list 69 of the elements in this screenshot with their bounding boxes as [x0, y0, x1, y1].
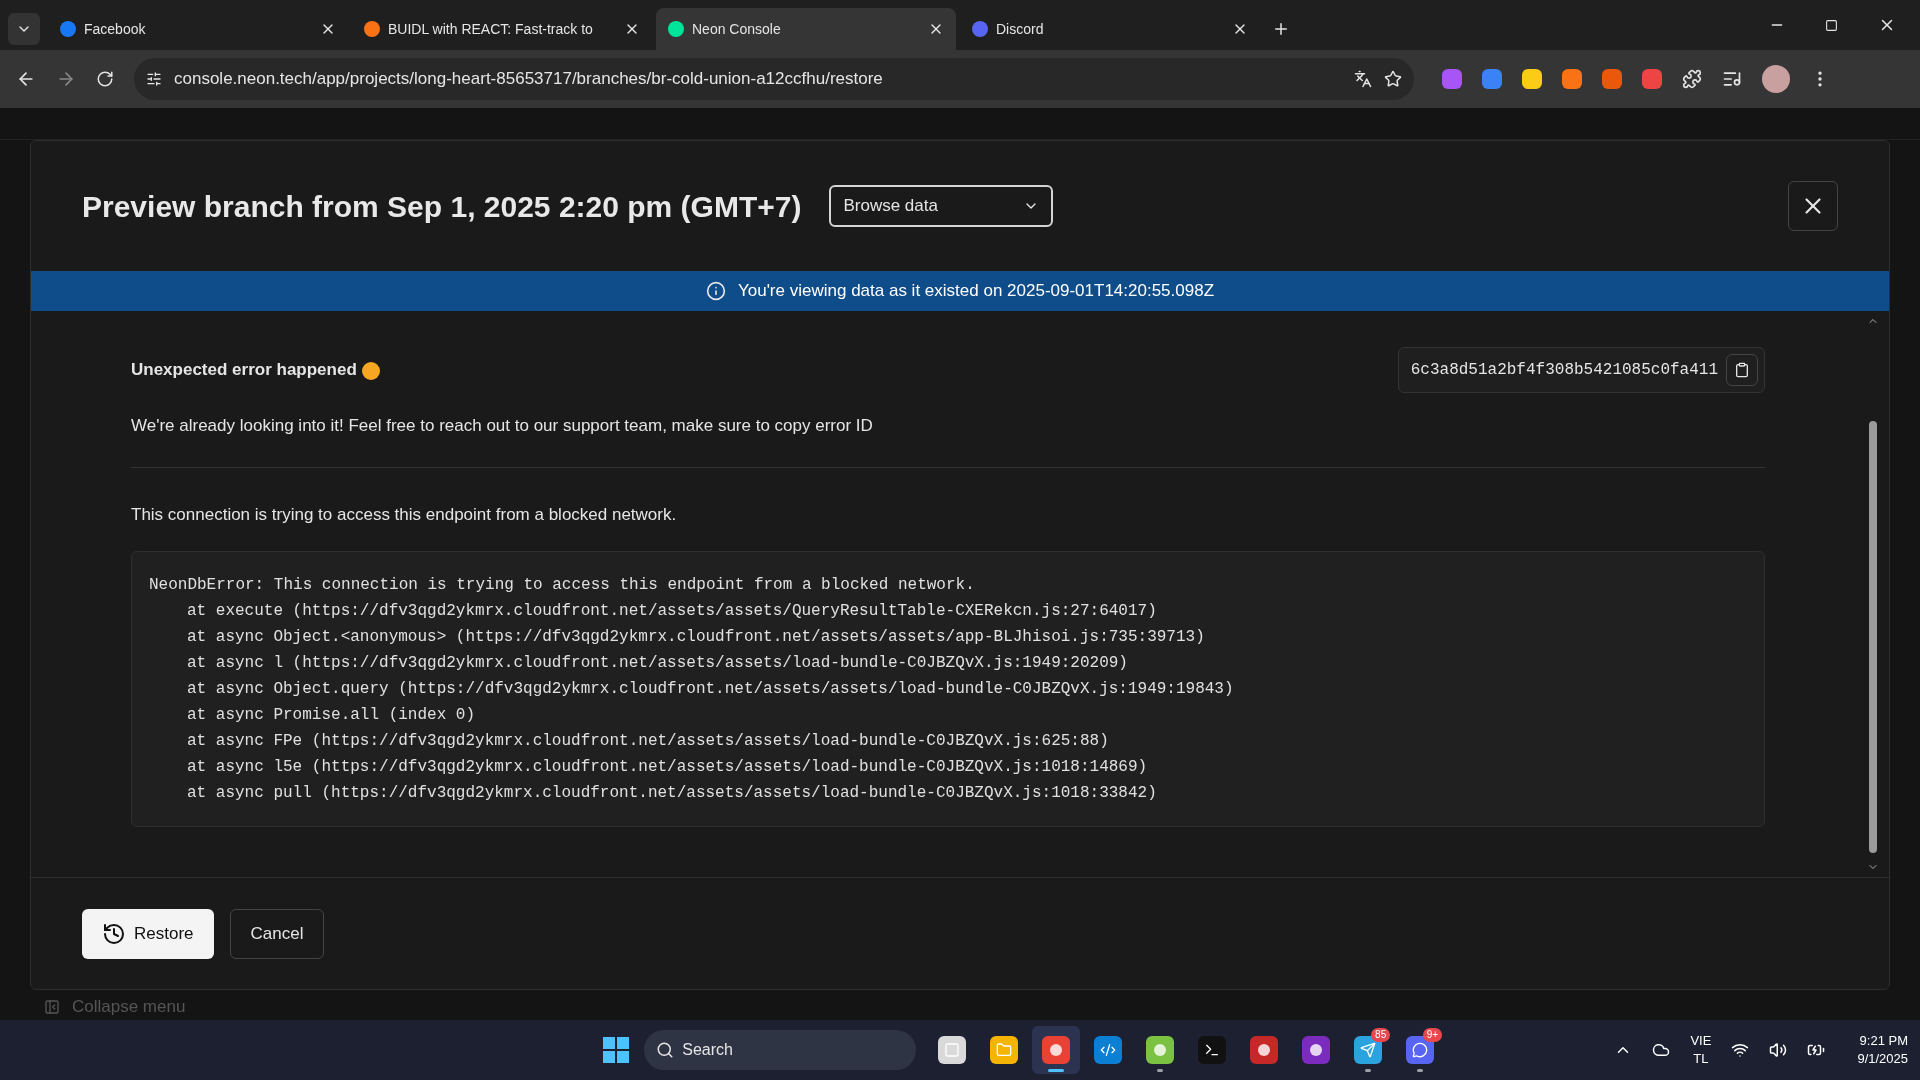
app-icon	[1146, 1036, 1175, 1064]
error-id-field: 6c3a8d51a2bf4f308b5421085c0fa411	[1397, 347, 1765, 393]
terminal-icon	[1198, 1036, 1227, 1064]
taskbar-app[interactable]	[1032, 1026, 1081, 1074]
tab-search-button[interactable]	[8, 13, 40, 45]
bookmark-star-icon[interactable]	[1384, 70, 1402, 88]
url-text: console.neon.tech/app/projects/long-heart-85653717/branches/br-cold-union-a12ccfhu/restore	[174, 68, 884, 91]
running-indicator	[1157, 1069, 1164, 1072]
app-icon	[1302, 1036, 1331, 1064]
search-icon	[656, 1041, 675, 1059]
site-icon	[972, 21, 988, 37]
tab-title: Facebook	[84, 19, 147, 39]
clipboard-icon	[1734, 362, 1750, 378]
emoji-icon	[361, 361, 380, 380]
cloud-icon[interactable]	[1652, 1041, 1671, 1059]
tab-title: BUIDL with REACT: Fast-track to	[388, 19, 594, 39]
extension-icon[interactable]	[1602, 69, 1622, 89]
folder-icon	[990, 1036, 1019, 1064]
code-editor-icon	[1094, 1036, 1123, 1064]
error-detail: This connection is trying to access this endpoint from a blocked network.	[131, 503, 678, 526]
maximize-icon[interactable]	[1825, 18, 1838, 32]
error-message: We're already looking into it! Feel free to reach out to our support team, make sure to copy error ID	[131, 415, 874, 437]
windows-icon	[938, 1036, 967, 1064]
view-select[interactable]: Browse data	[829, 185, 1054, 227]
notification-badge: 9+	[1422, 1028, 1443, 1042]
collapse-icon	[44, 998, 60, 1015]
site-icon	[668, 21, 684, 37]
browser-tab[interactable]: Discord	[960, 8, 1260, 50]
close-button[interactable]	[1788, 181, 1838, 231]
language-indicator[interactable]: VIE TL	[1690, 1032, 1712, 1068]
profile-avatar[interactable]	[1762, 65, 1790, 93]
volume-icon[interactable]	[1769, 1041, 1788, 1059]
browser-tab[interactable]: Neon Console	[656, 8, 956, 50]
copy-button[interactable]	[1726, 354, 1758, 386]
wifi-icon[interactable]	[1731, 1041, 1750, 1059]
extensions-icon[interactable]	[1682, 69, 1702, 89]
site-settings-icon[interactable]	[146, 71, 162, 87]
extension-icon[interactable]	[1562, 69, 1582, 89]
banner-text: You're viewing data as it existed on 2025-09-01T14:20:55.098Z	[737, 280, 1215, 303]
stack-trace: NeonDbError: This connection is trying to access this endpoint from a blocked network. at execute (https://dfv3qgd2ykmrx.cloudfront.net/assets/assets/QueryResultTable-CXERekcn.js:27:64017) at async Object.<anonymous> (https://dfv3qgd2ykmrx.cloudfront.net/assets/assets/app-BLJhisoi.js:735:39713) at async l (https://dfv3qgd2ykmrx.cloudfront.net/assets/assets/load-bundle-C0JBZQvX.js:1949:20209) at async Object.query (https://dfv3qgd2ykmrx.cloudfront.net/assets/assets/load-bundle-C0JBZQvX.js:1949:19843) at async Promise.all (index 0) at async FPe (https://dfv3qgd2ykmrx.cloudfront.net/assets/assets/load-bundle-C0JBZQvX.js:625:88) at async l5e (https://dfv3qgd2ykmrx.cloudfront.net/assets/assets/load-bundle-C0JBZQvX.js:1018:14869) at async pull (https://dfv3qgd2ykmrx.cloudfront.net/assets/assets/load-bundle-C0JBZQvX.js:1018:33842)	[131, 551, 1765, 827]
browser-tab[interactable]: BUIDL with REACT: Fast-track to	[352, 8, 652, 50]
extension-icon[interactable]	[1522, 69, 1542, 89]
taskbar-app[interactable]: 9+	[1396, 1026, 1445, 1074]
extension-icon[interactable]	[1482, 69, 1502, 89]
tab-title: Neon Console	[692, 19, 782, 39]
browser-tab[interactable]: Facebook	[48, 8, 348, 50]
notification-badge: 85	[1371, 1028, 1391, 1042]
extension-icon[interactable]	[1642, 69, 1662, 89]
site-icon	[60, 21, 76, 37]
translate-icon[interactable]	[1354, 70, 1372, 88]
running-indicator	[1048, 1069, 1065, 1072]
running-indicator	[1365, 1069, 1372, 1072]
info-icon	[705, 281, 726, 301]
running-indicator	[1417, 1069, 1424, 1072]
taskbar-search-field[interactable]: Search	[644, 1030, 917, 1070]
chat-app-icon	[1406, 1036, 1435, 1064]
site-icon	[364, 21, 380, 37]
tab-title: Discord	[996, 19, 1045, 39]
history-icon	[102, 921, 126, 946]
modal-title: Preview branch from Sep 1, 2025 2:20 pm (GMT+7)	[82, 188, 802, 225]
media-icon[interactable]	[1722, 69, 1742, 89]
address-bar[interactable]: console.neon.tech/app/projects/long-heart-85653717/branches/br-cold-union-a12ccfhu/restore	[134, 58, 1414, 100]
error-title: Unexpected error happened	[131, 357, 380, 383]
reload-icon[interactable]	[96, 70, 114, 88]
taskbar-app[interactable]: 85	[1344, 1026, 1393, 1074]
cancel-button[interactable]: Cancel	[229, 908, 325, 959]
restore-button[interactable]: Restore	[82, 908, 214, 959]
new-tab-icon[interactable]	[1272, 20, 1290, 38]
clock[interactable]: 9:21 PM 9/1/2025	[1845, 1032, 1908, 1068]
